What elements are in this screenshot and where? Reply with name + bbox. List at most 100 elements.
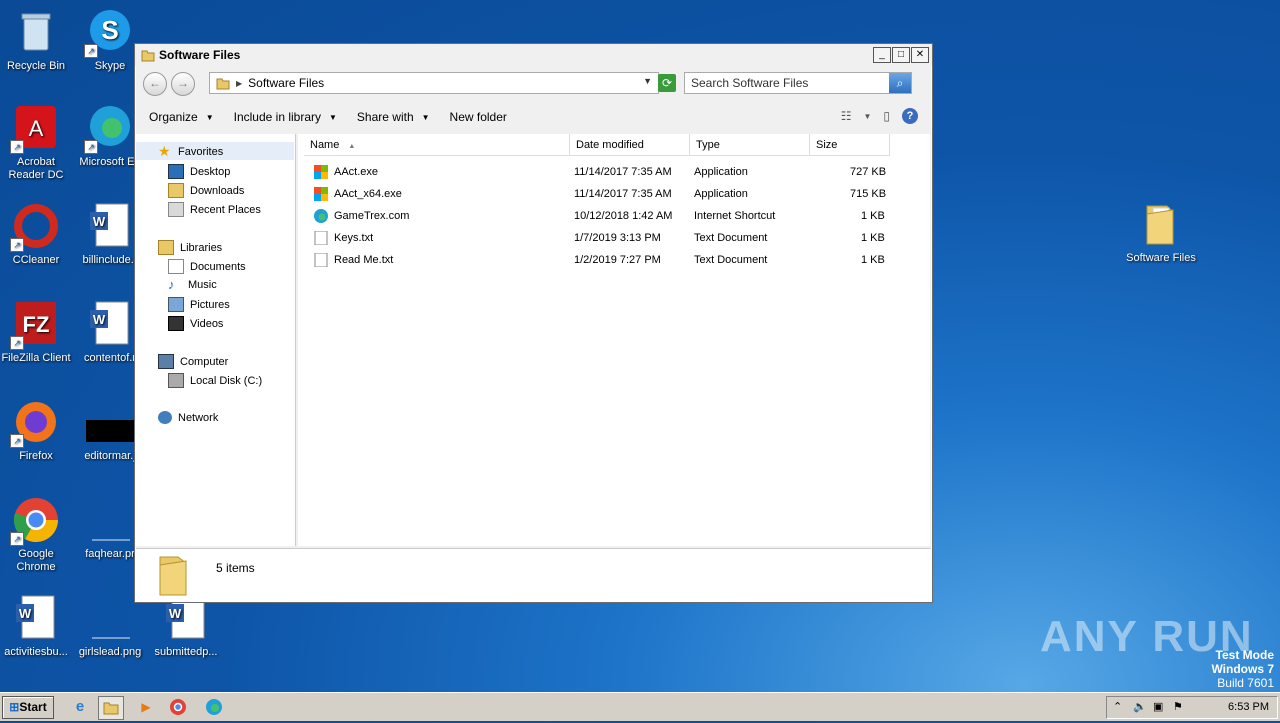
tray-expand-icon[interactable]: ⌃ — [1113, 700, 1122, 713]
table-row[interactable]: GameTrex.com 10/12/2018 1:42 AM Internet… — [298, 205, 930, 227]
image-file-icon — [86, 398, 134, 446]
desktop-icon-software-files[interactable]: Software Files — [1123, 200, 1199, 265]
pictures-icon — [168, 297, 184, 312]
nav-item-favorites[interactable]: ★ Favorites — [158, 144, 223, 158]
preview-pane-icon[interactable]: ▯ — [883, 109, 890, 123]
explorer-window[interactable]: Software Files _ □ ✕ ← → ▶ Software File… — [134, 43, 933, 603]
chrome-taskbar-icon[interactable] — [166, 696, 190, 718]
desktop-icon-filezilla[interactable]: FZ ↗ FileZilla Client — [0, 300, 74, 365]
nav-item-pictures[interactable]: Pictures — [168, 297, 230, 312]
desktop-icon-label: Firefox — [19, 450, 53, 462]
desktop-icon-submittedp[interactable]: W submittedp... — [148, 594, 224, 659]
clock[interactable]: 6:53 PM — [1228, 701, 1269, 713]
text-file-icon — [314, 252, 328, 268]
edge-taskbar-icon[interactable] — [202, 696, 226, 718]
media-player-icon[interactable]: ▶ — [134, 696, 158, 718]
downloads-folder-icon — [168, 183, 184, 198]
explorer-taskbar-icon[interactable] — [98, 696, 124, 720]
minimize-button[interactable]: _ — [873, 47, 891, 63]
start-label: Start — [19, 700, 47, 714]
search-placeholder: Search Software Files — [691, 76, 809, 90]
nav-item-music[interactable]: ♪ Music — [168, 278, 217, 291]
table-row[interactable]: AAct.exe 11/14/2017 7:35 AM Application … — [298, 161, 930, 183]
shortcut-arrow-icon: ↗ — [10, 238, 24, 252]
start-button[interactable]: ⊞Start — [2, 696, 54, 719]
network-tray-icon[interactable]: ▣ — [1153, 700, 1163, 713]
file-size: 1 KB — [861, 254, 885, 266]
nav-label: Recent Places — [190, 203, 261, 216]
desktop-icon-firefox[interactable]: ↗ Firefox — [0, 398, 74, 463]
nav-label: Local Disk (C:) — [190, 374, 263, 387]
nav-item-computer[interactable]: Computer — [158, 354, 228, 369]
image-file-icon — [86, 496, 134, 544]
desktop-icon-girlslead[interactable]: girlslead.png — [72, 594, 148, 659]
chevron-down-icon: ▼ — [421, 112, 430, 122]
address-dropdown-icon[interactable]: ▼ — [643, 76, 652, 86]
column-header-name[interactable]: Name ▲ — [304, 134, 570, 156]
nav-item-recent-places[interactable]: Recent Places — [168, 202, 261, 217]
organize-button[interactable]: Organize ▼ — [149, 110, 214, 124]
recent-places-icon — [168, 202, 184, 217]
column-header-date[interactable]: Date modified — [570, 134, 690, 156]
close-button[interactable]: ✕ — [911, 47, 929, 63]
desktop-icon-chrome[interactable]: ↗ Google Chrome — [0, 496, 74, 574]
edge-icon — [314, 209, 328, 223]
desktop-icon-recycle-bin[interactable]: Recycle Bin — [0, 8, 74, 73]
column-header-type[interactable]: Type — [690, 134, 810, 156]
address-bar[interactable]: ▶ Software Files ▼ — [209, 72, 659, 94]
ie-icon[interactable]: e — [68, 696, 92, 718]
file-date: 1/2/2019 7:27 PM — [574, 254, 661, 266]
file-date: 10/12/2018 1:42 AM — [574, 210, 673, 222]
command-bar: Organize ▼ Include in library ▼ Share with… — [135, 102, 932, 132]
forward-button[interactable]: → — [171, 72, 195, 96]
folder-icon — [159, 556, 187, 596]
nav-item-desktop[interactable]: Desktop — [168, 164, 230, 179]
help-icon[interactable]: ? — [902, 108, 918, 124]
file-type: Application — [694, 166, 748, 178]
nav-label: Pictures — [190, 298, 230, 311]
new-folder-button[interactable]: New folder — [450, 110, 507, 124]
taskbar: ⊞Start e ▶ ⌃ 🔈 ▣ ⚑ 6:53 PM — [0, 692, 1280, 721]
include-in-library-button[interactable]: Include in library ▼ — [234, 110, 337, 124]
nav-item-network[interactable]: Network — [158, 411, 218, 424]
new-folder-label: New folder — [449, 110, 507, 124]
nav-label: Desktop — [190, 165, 231, 178]
svg-text:A: A — [29, 116, 44, 141]
breadcrumb-current[interactable]: Software Files — [248, 76, 324, 90]
share-with-button[interactable]: Share with ▼ — [357, 110, 430, 124]
address-bar-row: ← → ▶ Software Files ▼ ⟳ Search Software… — [135, 70, 932, 98]
volume-icon[interactable]: 🔈 — [1133, 700, 1147, 713]
column-label: Date modified — [576, 139, 644, 151]
word-document-icon: W — [86, 202, 134, 250]
nav-item-documents[interactable]: Documents — [168, 259, 246, 274]
file-size: 1 KB — [861, 210, 885, 222]
maximize-button[interactable]: □ — [892, 47, 910, 63]
computer-icon — [158, 354, 174, 369]
desktop-icon-acrobat[interactable]: A ↗ Acrobat Reader DC — [0, 104, 74, 182]
search-icon[interactable]: ⌕ — [889, 73, 911, 93]
back-button[interactable]: ← — [143, 72, 167, 96]
svg-text:FZ: FZ — [23, 312, 50, 337]
refresh-button[interactable]: ⟳ — [658, 74, 676, 92]
nav-item-local-disk[interactable]: Local Disk (C:) — [168, 373, 262, 388]
search-input[interactable]: Search Software Files ⌕ — [684, 72, 912, 94]
desktop-icon-activitiesbu[interactable]: W activitiesbu... — [0, 594, 74, 659]
breadcrumb-arrow-icon[interactable]: ▶ — [236, 79, 242, 88]
table-row[interactable]: Read Me.txt 1/2/2019 7:27 PM Text Docume… — [298, 249, 930, 271]
action-center-icon[interactable]: ⚑ — [1173, 700, 1183, 713]
nav-item-libraries[interactable]: Libraries — [158, 240, 222, 255]
table-row[interactable]: AAct_x64.exe 11/14/2017 7:35 AM Applicat… — [298, 183, 930, 205]
file-type: Text Document — [694, 232, 768, 244]
view-options-icon[interactable]: ☷ — [841, 109, 852, 123]
item-count: 5 items — [216, 561, 255, 575]
nav-item-downloads[interactable]: Downloads — [168, 183, 244, 198]
chevron-down-icon[interactable]: ▼ — [863, 112, 871, 121]
folder-icon — [141, 50, 155, 61]
test-mode-line2: Windows 7 — [1211, 662, 1274, 676]
title-bar[interactable]: Software Files _ □ ✕ — [135, 44, 932, 66]
column-header-size[interactable]: Size — [810, 134, 890, 156]
desktop-icon — [168, 164, 184, 179]
desktop-icon-ccleaner[interactable]: ↗ CCleaner — [0, 202, 74, 267]
table-row[interactable]: Keys.txt 1/7/2019 3:13 PM Text Document … — [298, 227, 930, 249]
nav-item-videos[interactable]: Videos — [168, 316, 223, 331]
